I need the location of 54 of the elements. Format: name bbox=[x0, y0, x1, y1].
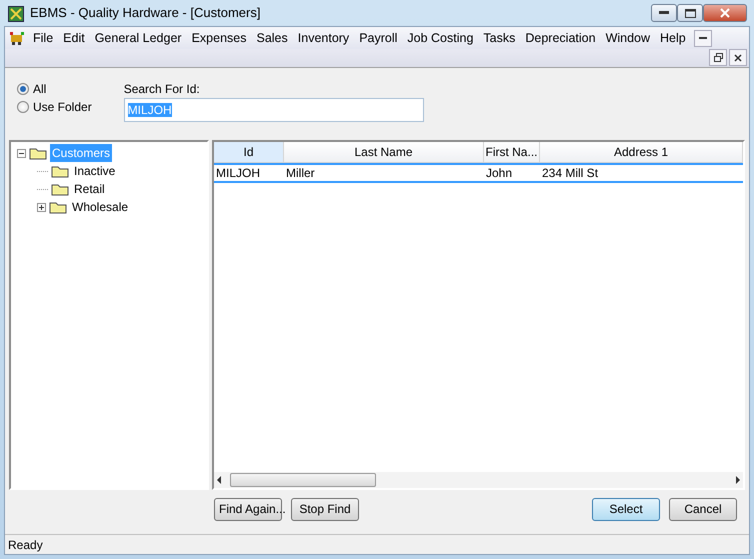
status-text: Ready bbox=[5, 534, 749, 554]
folder-icon bbox=[51, 182, 69, 196]
window-title: EBMS - Quality Hardware - [Customers] bbox=[30, 4, 260, 22]
table-cell-text: MILJOH bbox=[215, 165, 262, 182]
menu-item[interactable]: File bbox=[28, 26, 58, 50]
column-header[interactable]: First Na... bbox=[484, 142, 540, 162]
menu-item[interactable]: General Ledger bbox=[90, 26, 187, 50]
folder-icon bbox=[29, 146, 47, 160]
menu-item[interactable]: Sales bbox=[251, 26, 293, 50]
tree-item[interactable]: Retail bbox=[72, 180, 107, 198]
menu-item[interactable]: Tasks bbox=[478, 26, 520, 50]
expand-icon[interactable] bbox=[37, 202, 46, 212]
dialog-button[interactable]: Stop Find bbox=[291, 498, 359, 520]
menu-item[interactable]: Payroll bbox=[354, 26, 402, 50]
table-cell-text: Miller bbox=[285, 165, 316, 182]
collapse-icon[interactable] bbox=[17, 148, 26, 158]
close-icon bbox=[734, 54, 742, 62]
restore-button[interactable] bbox=[709, 49, 727, 66]
minimize-button[interactable] bbox=[651, 4, 677, 22]
document-icon bbox=[9, 29, 25, 47]
menu-item[interactable]: Job Costing bbox=[402, 26, 478, 50]
close-button[interactable] bbox=[729, 49, 747, 66]
table-row[interactable]: MILJOH Miller John 234 Mill St bbox=[214, 163, 743, 183]
scroll-right-icon[interactable] bbox=[735, 476, 741, 484]
folder-icon bbox=[51, 164, 69, 178]
scroll-left-icon[interactable] bbox=[216, 476, 222, 484]
table-cell-text: 234 Mill St bbox=[541, 165, 600, 182]
column-header[interactable]: Address 1 bbox=[540, 142, 743, 162]
menu-item[interactable]: Inventory bbox=[292, 26, 354, 50]
table-cell-text: John bbox=[485, 165, 514, 182]
radio-option[interactable]: All bbox=[17, 80, 92, 98]
radio-option[interactable]: Use Folder bbox=[17, 98, 92, 116]
minimize-icon bbox=[698, 36, 707, 40]
dialog-button[interactable]: Cancel bbox=[669, 498, 737, 520]
tree-item[interactable]: Inactive bbox=[72, 162, 118, 180]
folder-icon bbox=[49, 200, 67, 214]
dialog-button[interactable]: Select bbox=[592, 498, 660, 520]
column-header[interactable]: Id bbox=[214, 142, 284, 162]
menu-item[interactable]: Edit bbox=[58, 26, 90, 50]
field-label: Search For Id: bbox=[124, 81, 201, 98]
menu-item[interactable]: Expenses bbox=[186, 26, 252, 50]
scrollbar[interactable] bbox=[214, 472, 743, 488]
close-icon bbox=[720, 8, 730, 18]
app-icon bbox=[8, 4, 24, 22]
menu-item[interactable]: Depreciation bbox=[520, 26, 601, 50]
menu-item[interactable]: Help bbox=[655, 26, 691, 50]
column-header[interactable]: Last Name bbox=[284, 142, 484, 162]
maximize-icon bbox=[684, 8, 696, 18]
minimize-button[interactable] bbox=[694, 30, 712, 46]
tree-item[interactable]: Wholesale bbox=[70, 198, 130, 216]
restore-icon bbox=[714, 53, 722, 62]
maximize-button[interactable] bbox=[677, 4, 703, 22]
menu-item[interactable]: Window bbox=[600, 26, 656, 50]
minimize-icon bbox=[659, 11, 669, 15]
